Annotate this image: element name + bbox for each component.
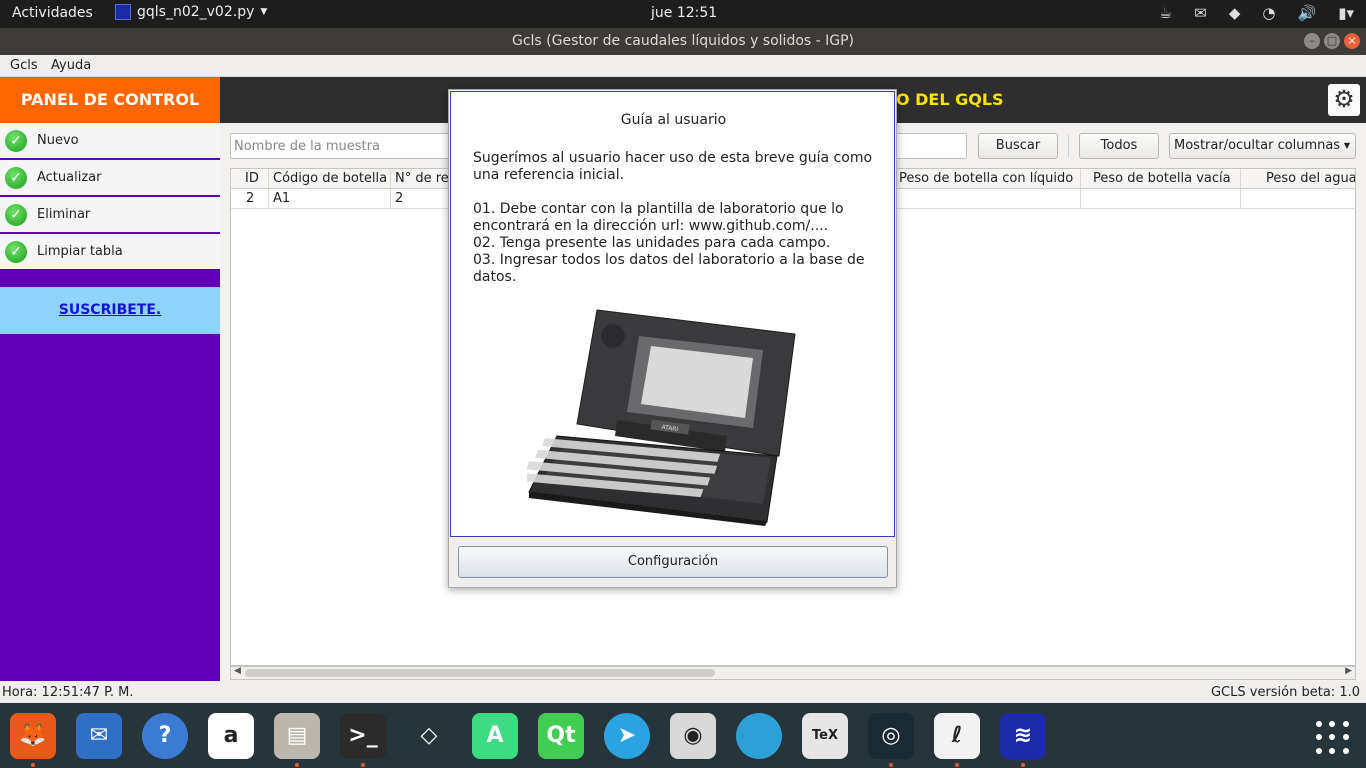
telegram-icon[interactable]: ➤ [604,713,650,759]
running-indicator [295,763,299,767]
cell-peso-vacia [1081,189,1241,209]
user-guide-dialog: Guía al usuario Sugerímos al usuario hac… [448,89,897,588]
volume-icon[interactable]: 🔊 [1298,4,1317,22]
running-indicator [1021,763,1025,767]
cell-peso-agua [1241,189,1355,209]
gnome-top-bar: Actividades gqls_n02_v02.py ▼ jue 12:51 … [0,0,1366,28]
chevron-down-icon: ▼ [260,7,268,17]
main-header-title: IO DEL GQLS [890,90,1004,109]
dialog-step-2: 02. Tenga presente las unidades para cad… [473,235,831,251]
pdf-reader-icon[interactable]: ℓ [934,713,980,759]
gitkraken-icon[interactable]: ◎ [868,713,914,759]
check-icon: ✓ [5,166,27,189]
app-menu[interactable]: gqls_n02_v02.py ▼ [115,4,267,20]
running-indicator [889,763,893,767]
app-icon [115,4,131,20]
col-n-re[interactable]: N° de re [391,169,451,189]
gqls-app-icon[interactable]: ≋ [1000,713,1046,759]
dialog-title: Guía al usuario [620,112,727,128]
columns-dropdown-label: Mostrar/ocultar columnas [1174,138,1341,153]
status-bar: Hora: 12:51:47 P. M. GCLS versión beta: … [0,681,1366,703]
configuracion-button[interactable]: Configuración [458,546,888,578]
files-icon[interactable]: ▤ [274,713,320,759]
scroll-left-icon[interactable]: ◀ [234,666,241,676]
firefox-icon[interactable]: 🦊 [10,713,56,759]
sidebar: PANEL DE CONTROL ✓ Nuevo ✓ Actualizar ✓ … [0,77,220,681]
check-icon: ✓ [5,203,27,226]
actualizar-button[interactable]: ✓ Actualizar [0,160,220,196]
dialog-content: Guía al usuario Sugerímos al usuario hac… [450,91,895,537]
activities-button[interactable]: Actividades [12,5,93,21]
limpiar-tabla-button[interactable]: ✓ Limpiar tabla [0,234,220,270]
status-version: GCLS versión beta: 1.0 [1210,685,1360,700]
thunderbird-icon[interactable]: ✉ [76,713,122,759]
scroll-right-icon[interactable]: ▶ [1345,666,1352,676]
maximize-icon[interactable]: □ [1324,33,1340,49]
running-indicator [361,763,365,767]
limpiar-tabla-label: Limpiar tabla [37,244,123,259]
dock: 🦊 ✉? a ▤ >_ ◇ A Qt ➤ ◉ TeX ◎ ℓ ≋ [0,703,1366,768]
system-tray: ☕ ✉ ◆ ◔ 🔊 ▮▾ [1159,4,1354,22]
col-id[interactable]: ID [231,169,269,189]
battery-icon[interactable]: ▮▾ [1338,4,1354,22]
eliminar-label: Eliminar [37,207,91,222]
eliminar-button[interactable]: ✓ Eliminar [0,197,220,233]
qt-icon[interactable]: Qt [538,713,584,759]
window-titlebar: Gcls (Gestor de caudales líquidos y soli… [0,28,1366,55]
clock[interactable]: jue 12:51 [651,5,717,21]
check-icon: ✓ [5,129,27,152]
menubar: Gcls Ayuda [0,55,1366,77]
col-codigo[interactable]: Código de botella [269,169,391,189]
window-title: Gcls (Gestor de caudales líquidos y soli… [511,33,855,49]
amazon-icon[interactable]: a [208,713,254,759]
todos-button[interactable]: Todos [1079,133,1159,159]
columns-dropdown[interactable]: Mostrar/ocultar columnas ▼ [1169,133,1356,159]
show-applications-icon[interactable] [1316,721,1350,755]
sphere-icon[interactable] [736,713,782,759]
menu-ayuda[interactable]: Ayuda [51,58,91,73]
minimize-icon[interactable]: – [1304,33,1320,49]
chevron-down-icon: ▼ [1343,141,1350,150]
subscribe-link[interactable]: SUSCRIBETE. [59,302,161,318]
dialog-intro: Sugerímos al usuario hacer uso de esta b… [473,150,873,183]
close-icon[interactable]: × [1344,33,1360,49]
nuevo-button[interactable]: ✓ Nuevo [0,123,220,159]
cell-codigo: A1 [269,189,391,209]
dropbox-icon[interactable]: ◆ [1229,4,1241,22]
scrollbar-thumb[interactable] [245,669,715,677]
coffee-icon[interactable]: ☕ [1159,4,1172,22]
android-studio-icon[interactable]: A [472,713,518,759]
dialog-step-1: 01. Debe contar con la plantilla de labo… [473,201,844,234]
col-peso-agua[interactable]: Peso del agua [1241,169,1355,189]
gear-icon[interactable]: ⚙ [1328,84,1360,116]
nuevo-label: Nuevo [37,133,79,148]
horizontal-scrollbar[interactable]: ◀ ▶ [230,666,1356,680]
mail-notify-icon[interactable]: ✉ [1194,4,1207,22]
unity-icon[interactable]: ◇ [406,713,452,759]
check-icon: ✓ [5,240,27,263]
app-menu-label: gqls_n02_v02.py [137,4,255,20]
toolbar-separator [1068,135,1069,157]
running-indicator [31,763,35,767]
cell-id: 2 [231,189,269,209]
cell-peso-con-liquido [895,189,1081,209]
dialog-step-3: 03. Ingresar todos los datos del laborat… [473,252,865,285]
help-icon[interactable]: ? [142,713,188,759]
texmaker-icon[interactable]: TeX [802,713,848,759]
subscribe-banner: SUSCRIBETE. [0,287,220,334]
menu-gcls[interactable]: Gcls [10,58,38,73]
col-peso-con-liquido[interactable]: Peso de botella con líquido [895,169,1081,189]
actualizar-label: Actualizar [37,170,102,185]
status-time: Hora: 12:51:47 P. M. [2,685,134,700]
laptop-illustration: ATARI [527,309,796,526]
camera-icon[interactable]: ◉ [670,713,716,759]
running-indicator [955,763,959,767]
terminal-icon[interactable]: >_ [340,713,386,759]
cell-n-re: 2 [391,189,451,209]
buscar-button[interactable]: Buscar [978,133,1058,159]
col-peso-vacia[interactable]: Peso de botella vacía [1081,169,1241,189]
panel-title: PANEL DE CONTROL [0,77,220,123]
wifi-icon[interactable]: ◔ [1262,4,1275,22]
